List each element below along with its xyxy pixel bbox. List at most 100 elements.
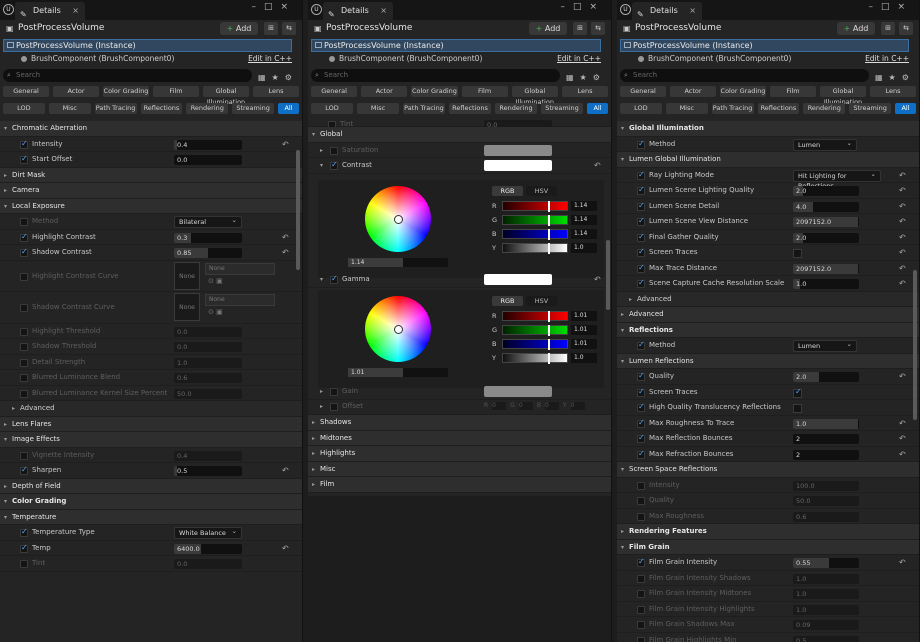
override-checkbox[interactable] (637, 621, 645, 629)
curve-thumbnail[interactable]: None (174, 261, 200, 290)
filter-actor[interactable]: Actor (53, 86, 99, 97)
filter-all[interactable]: All (895, 103, 916, 114)
property-row[interactable]: ▾ Color Grading (0, 494, 302, 510)
value-field[interactable]: 0.0 (174, 559, 242, 569)
window-controls[interactable]: –□× (251, 2, 296, 12)
value-checkbox[interactable] (793, 249, 802, 258)
property-row[interactable]: ▾ Temperature (0, 509, 302, 525)
window-controls[interactable]: –□× (868, 2, 913, 12)
hierarchy-icon[interactable]: ⊞ (573, 22, 587, 35)
property-row[interactable]: Blurred Luminance Blend 0.6 (0, 370, 302, 386)
override-checkbox[interactable] (20, 139, 28, 149)
filter-reflections[interactable]: Reflections (757, 103, 800, 114)
channel-r[interactable]: R 1.14 (492, 200, 604, 212)
offset-value[interactable]: 0 (570, 402, 585, 410)
filter-rendering[interactable]: Rendering (495, 103, 537, 114)
property-row[interactable]: Quality 50.0 (617, 493, 919, 509)
details-tab[interactable]: ✎ Details × (632, 2, 702, 20)
curve-dropdown[interactable]: None (205, 262, 275, 275)
filter-rendering[interactable]: Rendering (186, 103, 229, 114)
channel-r[interactable]: R 1.01 (492, 310, 604, 322)
dropdown[interactable]: Bilateral (174, 215, 242, 228)
reset-icon[interactable]: ↶ (282, 541, 289, 556)
property-row[interactable]: Temp 6400.0 ↶ (0, 541, 302, 556)
chevron-right-icon[interactable]: ▸ (4, 479, 7, 494)
override-checkbox[interactable] (637, 185, 645, 195)
instance-row[interactable]: PostProcessVolume (Instance) (311, 39, 601, 52)
property-row[interactable]: ▸ Dirt Mask (0, 167, 302, 183)
close-tab-icon[interactable]: × (689, 2, 696, 20)
scrollbar[interactable] (296, 150, 300, 270)
override-checkbox[interactable] (20, 272, 28, 281)
filter-film[interactable]: Film (770, 86, 816, 97)
property-row[interactable]: Temperature Type White Balance (0, 525, 302, 541)
channel-g[interactable]: G 1.14 (492, 214, 604, 226)
reset-icon[interactable]: ↶ (282, 245, 289, 260)
override-checkbox[interactable] (20, 527, 28, 537)
property-row[interactable]: Vignette Intensity 0.4 (0, 448, 302, 463)
filter-streaming[interactable]: Streaming (849, 103, 892, 114)
filter-path-tracing[interactable]: Path Tracing (711, 103, 754, 114)
chevron-down-icon[interactable]: ▾ (320, 272, 323, 287)
value-field[interactable]: 0.0 (174, 155, 242, 165)
filter-misc[interactable]: Misc (48, 103, 91, 114)
edit-in-cpp-link[interactable]: Edit in C++ (557, 52, 601, 65)
reset-icon[interactable]: ↶ (899, 555, 906, 570)
property-row[interactable]: Start Offset 0.0 (0, 152, 302, 168)
property-row[interactable]: High Quality Translucency Reflections (617, 400, 919, 416)
mode-hsv[interactable]: HSV (526, 296, 557, 306)
channel-bar[interactable] (502, 243, 568, 254)
category-row[interactable]: ▸ Film (308, 477, 611, 493)
reset-icon[interactable]: ↶ (899, 431, 906, 446)
dropdown[interactable]: Lumen (793, 339, 857, 352)
dropdown[interactable]: Lumen (793, 138, 857, 151)
chevron-right-icon[interactable]: ▸ (320, 384, 323, 399)
filter-all[interactable]: All (278, 103, 299, 114)
reset-icon[interactable]: ↶ (899, 276, 906, 291)
filter-reflections[interactable]: Reflections (140, 103, 183, 114)
chevron-right-icon[interactable]: ▸ (621, 524, 624, 539)
reset-icon[interactable]: ↶ (594, 272, 601, 287)
property-row[interactable]: Screen Traces (617, 385, 919, 400)
chevron-right-icon[interactable]: ▸ (320, 399, 323, 414)
color-swatch[interactable] (484, 144, 552, 156)
category-row[interactable]: ▸ Highlights (308, 446, 611, 462)
property-row[interactable]: Film Grain Intensity Shadows 1.0 (617, 571, 919, 586)
chevron-down-icon[interactable]: ▾ (621, 540, 624, 555)
value-field[interactable]: 2 (793, 434, 859, 444)
property-row[interactable]: Ray Lighting Mode Hit Lighting for Reflec… (617, 168, 919, 190)
chevron-right-icon[interactable]: ▸ (4, 417, 7, 432)
channel-y[interactable]: Y 1.0 (492, 242, 604, 254)
close-tab-icon[interactable]: × (380, 2, 387, 20)
dropdown[interactable]: Hit Lighting for Reflections (793, 169, 881, 190)
chevron-right-icon[interactable]: ▸ (320, 143, 323, 158)
color-wheel[interactable] (365, 186, 431, 252)
value-field[interactable]: 0.6 (793, 511, 859, 522)
edit-in-cpp-link[interactable]: Edit in C++ (248, 52, 292, 65)
override-checkbox[interactable] (20, 304, 28, 312)
override-checkbox[interactable] (637, 557, 645, 567)
property-row[interactable]: Film Grain Shadows Max 0.09 (617, 617, 919, 633)
value-field[interactable]: 0.09 (793, 620, 859, 630)
override-checkbox[interactable] (330, 160, 338, 170)
component-row[interactable]: BrushComponent (BrushComponent0) Edit in … (620, 52, 909, 65)
override-checkbox[interactable] (330, 274, 338, 284)
chevron-right-icon[interactable]: ▸ (312, 462, 315, 477)
value-field[interactable]: 0.0 (174, 342, 242, 352)
reset-icon[interactable]: ↶ (899, 199, 906, 214)
channel-bar[interactable] (502, 353, 568, 364)
override-checkbox[interactable] (637, 636, 645, 642)
value-checkbox[interactable] (793, 404, 802, 413)
override-checkbox[interactable] (637, 278, 645, 288)
value-field[interactable]: 1.0 (793, 279, 859, 289)
property-row[interactable]: Highlight Threshold 0.0 (0, 324, 302, 339)
channel-value[interactable]: 1.14 (571, 229, 597, 239)
property-row[interactable]: Max Refraction Bounces 2 ↶ (617, 447, 919, 462)
channel-bar[interactable] (502, 229, 568, 240)
property-row[interactable]: Method Bilateral (0, 214, 302, 230)
reset-icon[interactable]: ↶ (899, 183, 906, 198)
property-row[interactable]: Detail Strength 1.0 (0, 355, 302, 370)
curve-row[interactable]: Highlight Contrast Curve None None ⊙ ▣ (0, 261, 302, 292)
property-row[interactable]: ▾ Screen Space Reflections (617, 462, 919, 478)
property-row[interactable]: Method Lumen (617, 137, 919, 152)
